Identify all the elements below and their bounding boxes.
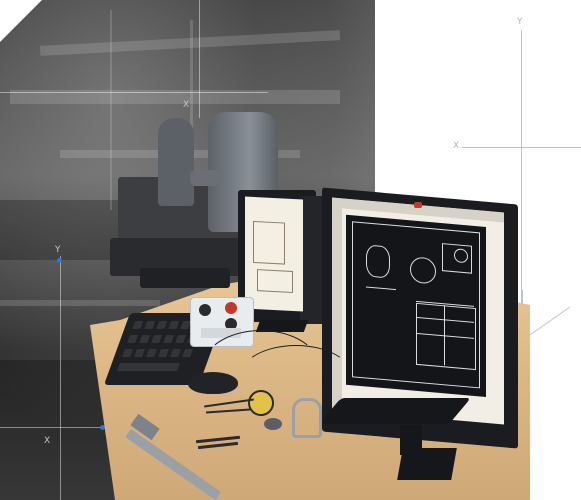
- axis-label-y-left: Y: [55, 245, 61, 255]
- guide-line-vertical-left: [60, 256, 61, 500]
- micrometer-icon: [292, 398, 322, 438]
- photo-composition: X Y X Y X: [0, 0, 581, 500]
- axis-label-x-bottom: X: [44, 436, 51, 446]
- dial-indicator-icon: [248, 390, 274, 416]
- axis-label-x-top: X: [183, 100, 190, 110]
- ring-gauge-icon: [264, 418, 282, 430]
- cad-drawing-canvas: [346, 214, 486, 397]
- guide-line-horizontal-bottom: [0, 427, 108, 428]
- cad-screen: [332, 197, 504, 425]
- guide-line-vertical-top: [199, 0, 200, 118]
- guide-line-horizontal-top: [0, 92, 268, 93]
- marker-dot-bottom: [100, 425, 105, 430]
- axis-label-y-right: Y: [517, 17, 523, 27]
- guide-line-horizontal-right: [462, 147, 581, 148]
- axis-label-x-right: X: [453, 141, 460, 151]
- marker-dot-left: [57, 258, 62, 263]
- left-monitor-screen: [245, 196, 303, 312]
